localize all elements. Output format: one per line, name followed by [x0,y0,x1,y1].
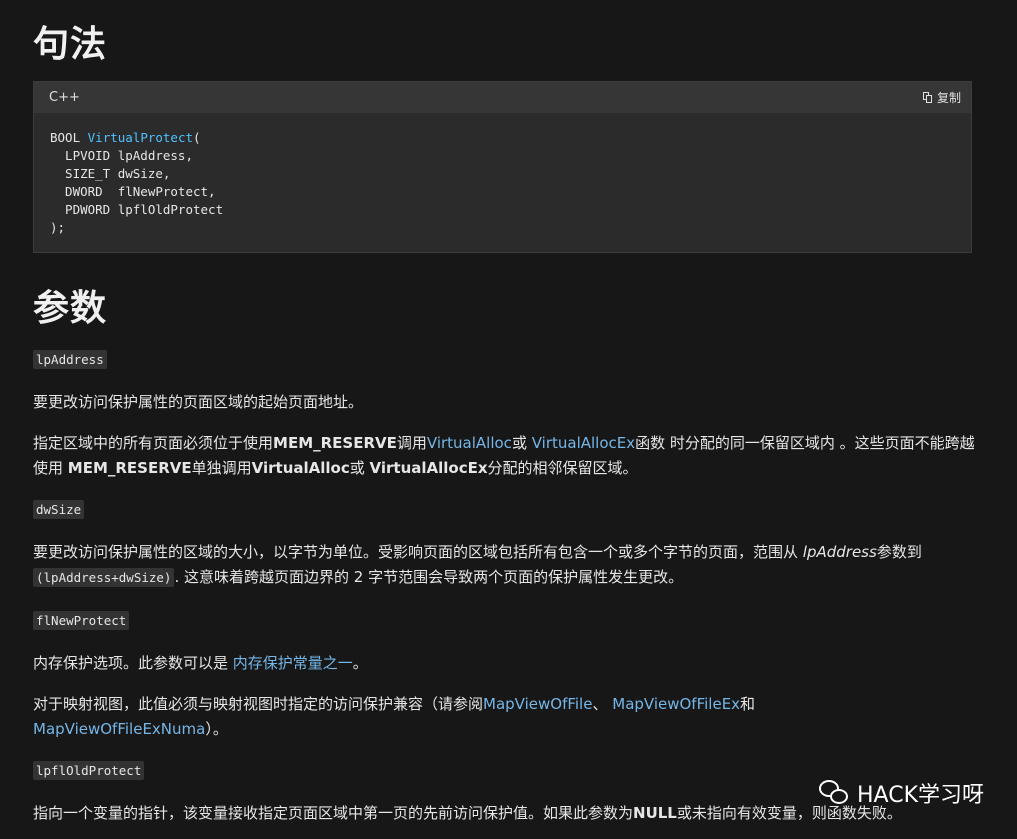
code-content: BOOL VirtualProtect( LPVOID lpAddress, S… [34,113,971,253]
code-line: PDWORD lpflOldProtect [50,202,224,217]
code-header: C++ 复制 [34,82,971,113]
code-line: SIZE_T dwSize, [50,166,171,181]
param-name-row: lpAddress [33,347,978,372]
link-memory-protection-constants[interactable]: 内存保护常量之一 [233,654,353,672]
link-mapviewoffile[interactable]: MapViewOfFile [483,695,592,713]
wechat-icon [819,780,849,806]
param-dwsize-desc: 要更改访问保护属性的区域的大小，以字节为单位。受影响页面的区域包括所有包含一个或… [33,543,922,587]
link-mapviewoffileex[interactable]: MapViewOfFileEx [612,695,740,713]
copy-button-label: 复制 [936,91,961,105]
heading-syntax: 句法 [33,24,108,65]
inline-code-range: (lpAddress+dwSize) [33,568,175,587]
code-line: DWORD flNewProtect, [50,184,216,199]
param-name-dwsize: dwSize [33,500,85,519]
param-name-lpfloldprotect: lpflOldProtect [33,761,145,780]
param-flnewprotect-mapview-note: 对于映射视图，此值必须与映射视图时指定的访问保护兼容（请参阅MapViewOfF… [33,695,756,738]
code-function-name: VirtualProtect [87,130,193,145]
param-lpaddress-note: 指定区域中的所有页面必须位于使用MEM_RESERVE调用VirtualAllo… [33,434,975,477]
param-name-row: dwSize [33,497,978,522]
param-name-row: flNewProtect [33,608,978,633]
param-name-lpaddress: lpAddress [33,350,107,369]
code-block: C++ 复制 BOOL VirtualProtect( LPVOID lpAdd… [33,81,972,253]
heading-parameters: 参数 [33,288,108,329]
code-line: ); [50,220,66,235]
param-lpaddress-desc: 要更改访问保护属性的页面区域的起始页面地址。 [33,393,364,411]
watermark: HACK学习呀 [819,777,984,809]
copy-icon [922,92,933,103]
watermark-text: HACK学习呀 [857,783,984,808]
param-name-flnewprotect: flNewProtect [33,611,130,630]
copy-button[interactable]: 复制 [922,89,961,106]
code-type: BOOL [50,130,88,145]
link-virtualallocex[interactable]: VirtualAllocEx [532,434,635,452]
code-line: LPVOID lpAddress, [50,148,193,163]
code-paren: ( [193,130,201,145]
param-flnewprotect-desc: 内存保护选项。此参数可以是 内存保护常量之一。 [33,654,368,672]
link-virtualalloc[interactable]: VirtualAlloc [427,434,512,452]
code-language-label: C++ [49,90,80,105]
link-mapviewoffileexnuma[interactable]: MapViewOfFileExNuma [33,720,205,738]
